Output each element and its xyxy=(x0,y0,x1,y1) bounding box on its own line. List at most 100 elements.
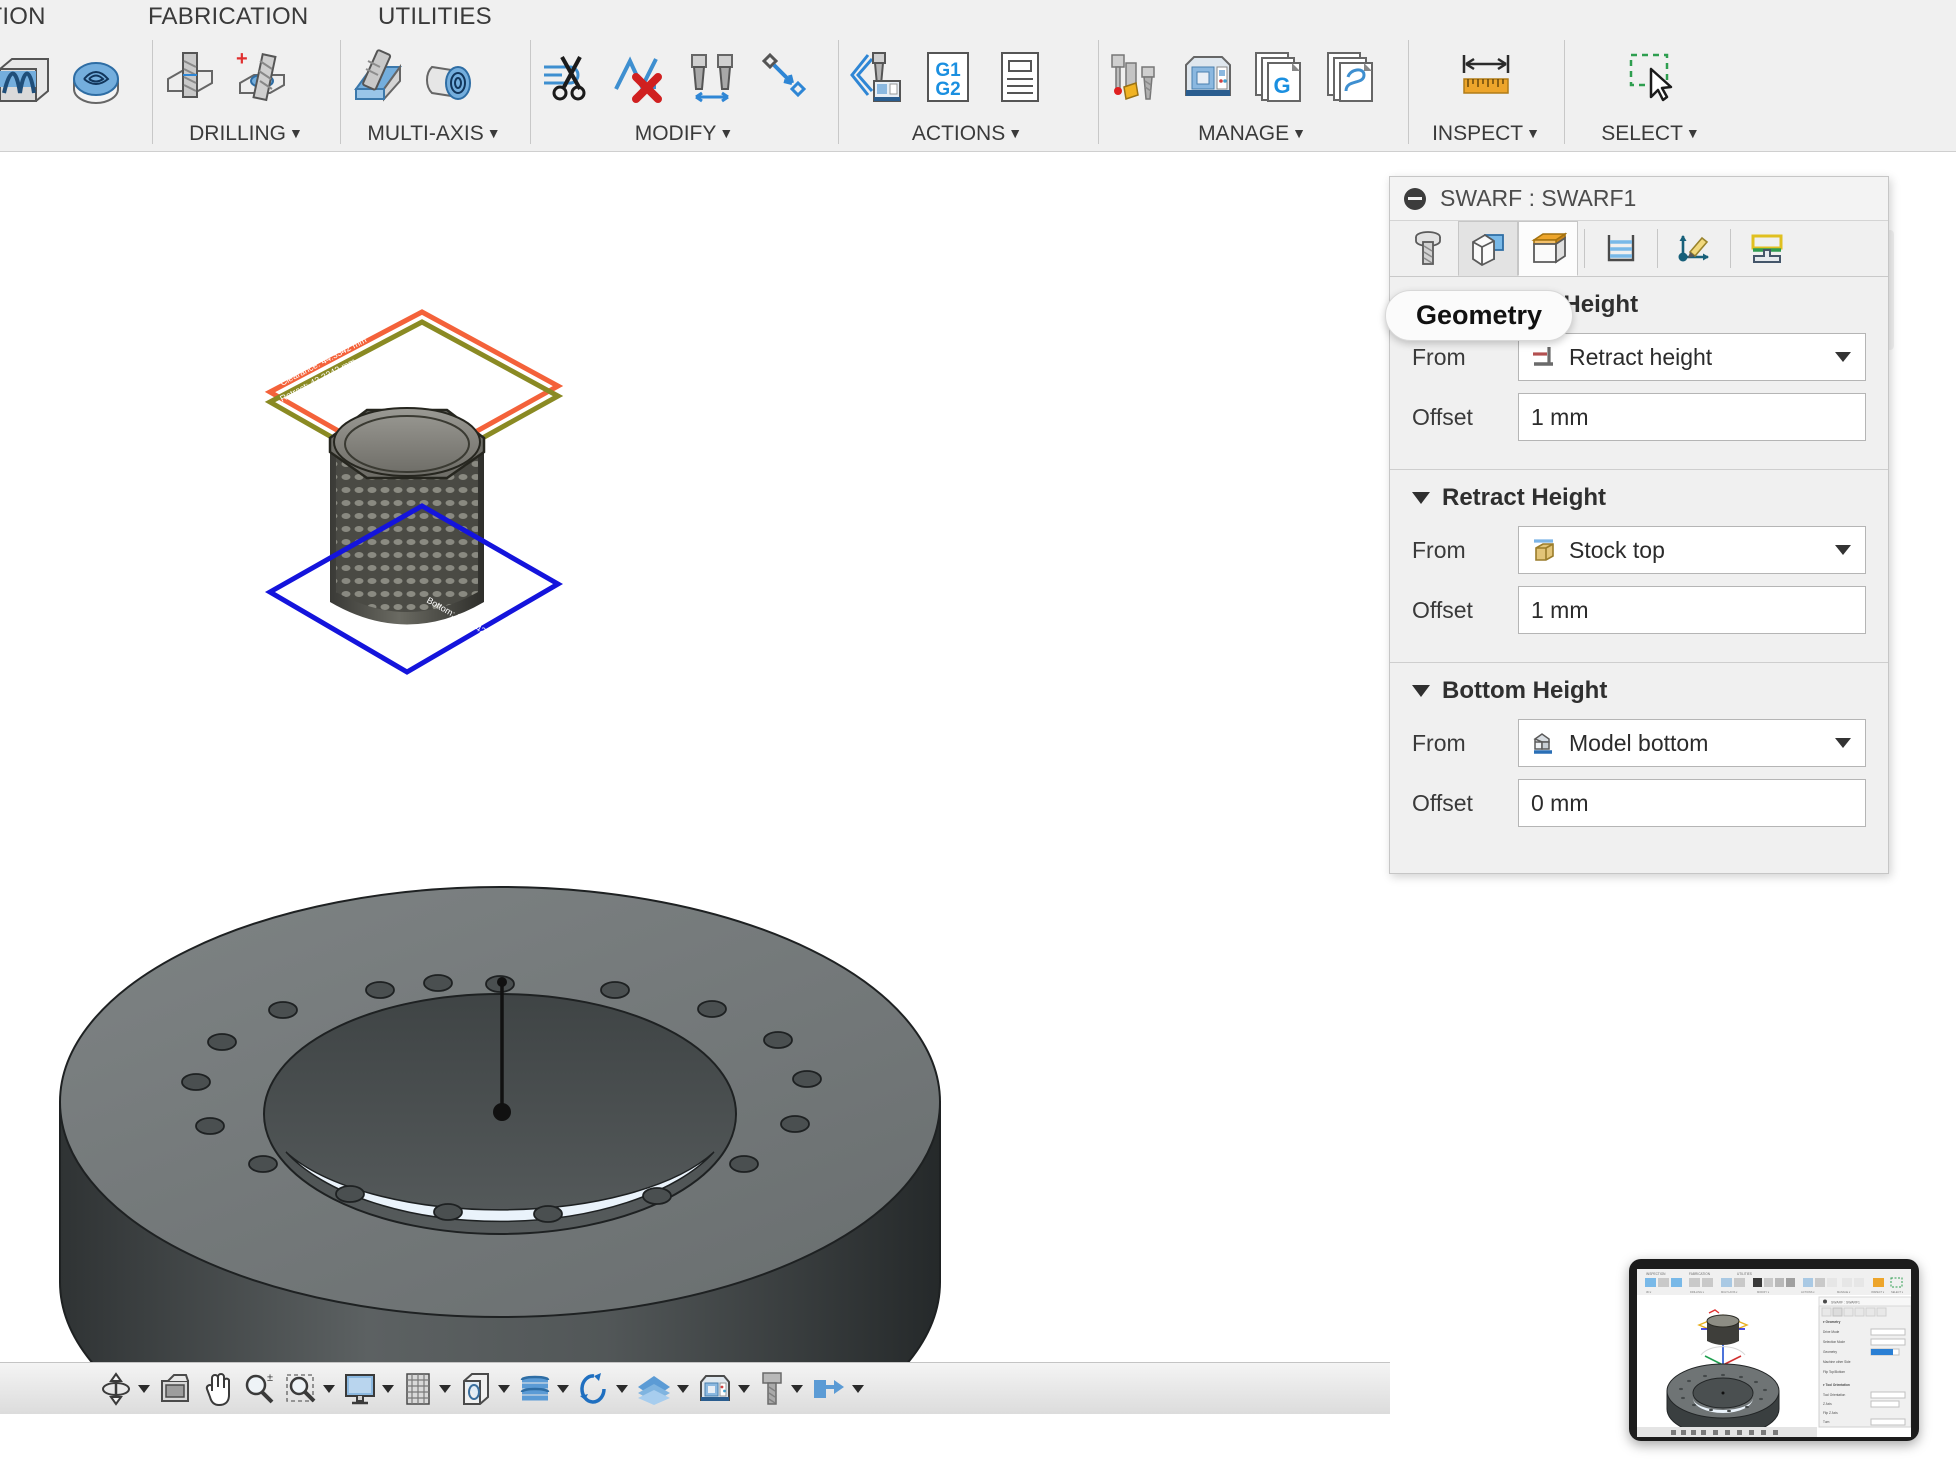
flange-ring-model[interactable] xyxy=(50,782,950,1414)
chevron-down-icon[interactable] xyxy=(852,1385,864,1393)
chevron-down-icon[interactable] xyxy=(677,1385,689,1393)
panel-titlebar[interactable]: SWARF : SWARF1 xyxy=(1390,177,1888,221)
chevron-down-icon[interactable] xyxy=(439,1385,451,1393)
navbar-look-at[interactable] xyxy=(155,1367,195,1411)
ribbon-group-label-multi-axis[interactable]: MULTI-AXIS▼ xyxy=(344,122,524,146)
combo-bottom-from[interactable]: Model bottom xyxy=(1518,719,1866,767)
ribbon-button-simulate[interactable] xyxy=(842,38,910,116)
svg-text:MODIFY ▾: MODIFY ▾ xyxy=(1757,1290,1770,1294)
ribbon-group-label-drilling[interactable]: DRILLING▼ xyxy=(156,122,336,146)
ribbon-group-label-actions[interactable]: ACTIONS▼ xyxy=(842,122,1092,146)
ribbon-group-label-select[interactable]: SELECT▼ xyxy=(1568,122,1733,146)
ribbon-button-post-process[interactable]: G1 G2 xyxy=(914,38,982,116)
input-clearance-offset[interactable]: 1 mm xyxy=(1518,393,1866,441)
navbar-tool-view[interactable] xyxy=(755,1367,806,1411)
viewport-canvas[interactable]: Clearance: 44.3342 mm Retract: 43.3342 m… xyxy=(0,152,1390,1414)
combo-retract-from[interactable]: Stock top xyxy=(1518,526,1866,574)
ribbon-tab-inspection[interactable]: CTION xyxy=(0,0,46,34)
ribbon-button-tool-library[interactable] xyxy=(1102,38,1170,116)
navbar-display-settings[interactable] xyxy=(340,1367,397,1411)
ribbon-group-modify: MODIFY▼ xyxy=(534,34,834,152)
svg-text:Turn: Turn xyxy=(1823,1420,1830,1424)
navbar-pan[interactable] xyxy=(197,1367,237,1411)
svg-text:MANAGE ▾: MANAGE ▾ xyxy=(1837,1290,1851,1294)
input-bottom-offset[interactable]: 0 mm xyxy=(1518,779,1866,827)
navbar-layers[interactable] xyxy=(515,1367,572,1411)
triangle-down-icon[interactable] xyxy=(1412,685,1430,697)
navbar-grid-snaps[interactable] xyxy=(399,1367,454,1411)
svg-text:INSPECT ▾: INSPECT ▾ xyxy=(1871,1290,1885,1294)
application-window: CTION FABRICATION UTILITIES xyxy=(0,0,1956,1466)
section-heading-retract-height[interactable]: Retract Height xyxy=(1412,484,1866,512)
ribbon-group-label-inspect[interactable]: INSPECT▼ xyxy=(1412,122,1560,146)
ribbon-tab-fabrication[interactable]: FABRICATION xyxy=(148,0,308,34)
chevron-down-icon[interactable] xyxy=(738,1385,750,1393)
tab-manual-nc[interactable] xyxy=(1737,221,1797,276)
ribbon-group-label-manage[interactable]: MANAGE▼ xyxy=(1102,122,1402,146)
swarf-icon xyxy=(350,49,406,105)
collapse-icon[interactable] xyxy=(1404,188,1426,210)
passes-icon xyxy=(1604,232,1638,266)
ribbon-button-move-point[interactable] xyxy=(750,38,818,116)
chevron-down-icon[interactable] xyxy=(791,1385,803,1393)
chevron-down-icon[interactable] xyxy=(498,1385,510,1393)
section-heading-bottom-height[interactable]: Bottom Height xyxy=(1412,677,1866,705)
tab-linking[interactable] xyxy=(1664,221,1724,276)
ribbon-button-delete-toolpath[interactable] xyxy=(606,38,674,116)
navbar-appearance[interactable] xyxy=(633,1367,692,1411)
svg-text:3D ▾: 3D ▾ xyxy=(1646,1290,1652,1294)
chevron-down-icon[interactable] xyxy=(616,1385,628,1393)
navbar-stock-view[interactable] xyxy=(808,1367,867,1411)
stock-view-icon xyxy=(811,1372,847,1406)
label-offset: Offset xyxy=(1412,597,1518,624)
ribbon-button-parallel[interactable] xyxy=(0,38,58,116)
ribbon-button-bore[interactable]: + xyxy=(228,38,296,116)
svg-text:Flip Z Axis: Flip Z Axis xyxy=(1823,1411,1838,1415)
tab-geometry[interactable] xyxy=(1458,221,1518,276)
chevron-down-icon[interactable] xyxy=(1835,738,1851,748)
ribbon-button-template-library[interactable] xyxy=(1318,38,1386,116)
ribbon-button-machine-library[interactable] xyxy=(1174,38,1242,116)
navbar-zoom[interactable]: ± xyxy=(239,1367,279,1411)
chevron-down-icon[interactable] xyxy=(323,1385,335,1393)
panel-tab-strip xyxy=(1390,221,1888,277)
chevron-down-icon[interactable] xyxy=(557,1385,569,1393)
ribbon-button-swarf[interactable] xyxy=(344,38,412,116)
triangle-down-icon[interactable] xyxy=(1412,492,1430,504)
tab-passes[interactable] xyxy=(1591,221,1651,276)
measure-icon xyxy=(1456,51,1516,103)
input-retract-offset[interactable]: 1 mm xyxy=(1518,586,1866,634)
tab-tool[interactable] xyxy=(1398,221,1458,276)
g1-g2-post-icon: G1 G2 xyxy=(920,49,976,105)
ribbon-button-trim-toolpath[interactable] xyxy=(534,38,602,116)
chevron-down-icon[interactable] xyxy=(1835,352,1851,362)
ribbon-button-tool-change[interactable] xyxy=(678,38,746,116)
ribbon-separator xyxy=(340,40,341,144)
chevron-down-icon[interactable] xyxy=(1835,545,1851,555)
scallop-toolpath-icon xyxy=(68,49,124,105)
navbar-orbit[interactable] xyxy=(96,1367,153,1411)
chevron-down-icon[interactable] xyxy=(138,1385,150,1393)
tab-heights[interactable] xyxy=(1518,221,1578,276)
ribbon-button-drill[interactable] xyxy=(156,38,224,116)
row-retract-offset: Offset 1 mm xyxy=(1412,586,1866,634)
navbar-zoom-window[interactable] xyxy=(281,1367,338,1411)
ribbon-group-label-modify[interactable]: MODIFY▼ xyxy=(534,122,834,146)
ribbon-group-inspect: INSPECT▼ xyxy=(1412,34,1560,152)
svg-text:Machine other Side: Machine other Side xyxy=(1823,1360,1851,1364)
chevron-down-icon[interactable] xyxy=(382,1385,394,1393)
ribbon-tab-utilities[interactable]: UTILITIES xyxy=(378,0,492,34)
navbar-refresh[interactable] xyxy=(574,1367,631,1411)
multi-axis-contour-icon xyxy=(422,49,478,105)
ribbon-button-select[interactable] xyxy=(1613,38,1689,116)
navbar-viewports[interactable] xyxy=(456,1367,513,1411)
ribbon-button-measure[interactable] xyxy=(1448,38,1524,116)
ribbon-button-scallop[interactable] xyxy=(62,38,130,116)
combo-clearance-from[interactable]: Retract height xyxy=(1518,333,1866,381)
ribbon-button-setup-sheet[interactable] xyxy=(986,38,1054,116)
ribbon-button-post-library[interactable]: G xyxy=(1246,38,1314,116)
ribbon-button-multi-axis-contour[interactable] xyxy=(416,38,484,116)
laptop-screen-thumbnail[interactable]: INSPECTIONFABRICATIONUTILITIES xyxy=(1629,1259,1919,1441)
navbar-machine-view[interactable] xyxy=(694,1367,753,1411)
panel-tab-separator xyxy=(1657,229,1658,268)
